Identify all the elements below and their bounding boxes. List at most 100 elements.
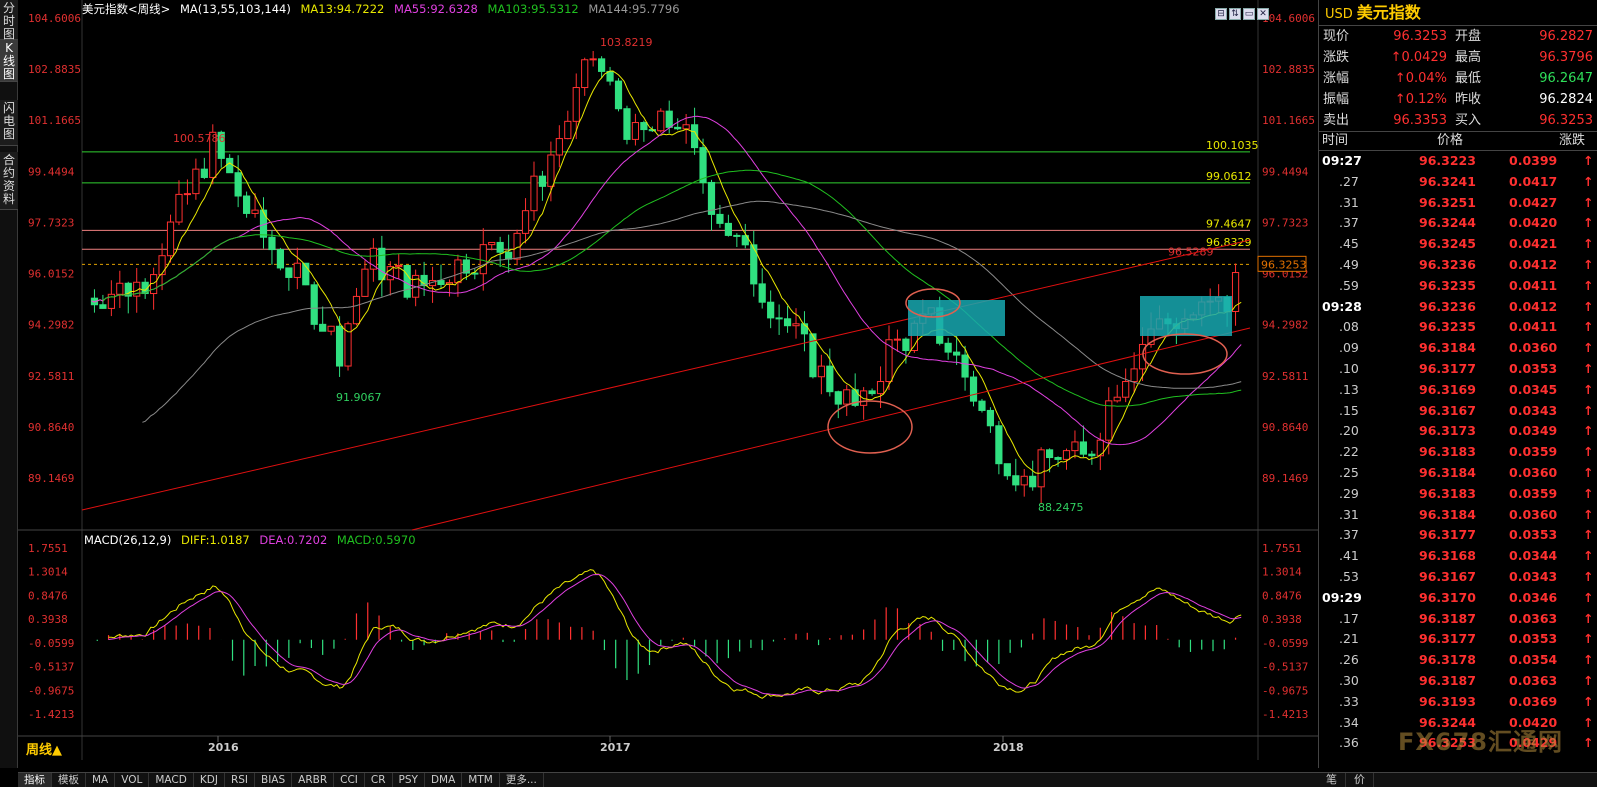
candle-body	[166, 221, 175, 257]
ma103-value: MA103:95.5312	[487, 2, 579, 16]
tab-trades[interactable]: 笔	[1318, 773, 1346, 787]
candle-body	[293, 262, 301, 278]
tick-row: .15 96.3167 0.0343 ↑	[1319, 401, 1597, 422]
tick-row: .29 96.3183 0.0359 ↑	[1319, 484, 1597, 505]
close-icon[interactable]: ✕	[1257, 8, 1269, 20]
maximize-icon[interactable]: ▭	[1243, 8, 1255, 20]
candle-body	[505, 251, 513, 260]
arrow-up-icon: ↑	[1583, 506, 1594, 522]
candle-body	[479, 244, 487, 275]
tab-bias[interactable]: BIAS	[255, 773, 293, 787]
tab-cr[interactable]: CR	[365, 773, 393, 787]
tick-price: 96.3177	[1419, 360, 1476, 376]
ma13-value: MA13:94.7222	[300, 2, 385, 16]
tab-contract-info[interactable]: 合约资料	[0, 152, 18, 210]
tab-macd[interactable]: MACD	[149, 773, 194, 787]
tab-timeshare[interactable]: 分时图	[0, 0, 18, 41]
quote-key: 卖出	[1323, 113, 1350, 128]
tick-time: .17	[1339, 610, 1359, 626]
candle-body	[665, 110, 673, 128]
tab-ma[interactable]: MA	[86, 773, 116, 787]
tick-list[interactable]: 09:27 96.3223 0.0399 ↑ .27 96.3241 0.0417 ↑ .31 9…	[1319, 151, 1597, 751]
sort-icon[interactable]: ⇅	[1229, 8, 1241, 20]
macd-axis-left-label: 1.3014	[28, 566, 68, 579]
candle-body	[1113, 396, 1121, 402]
quote-table: 现价 96.3253 开盘 96.2827 涨跌 ↑0.0429 最高 96.3796 涨幅 ↑0…	[1319, 26, 1597, 131]
tab-kdj[interactable]: KDJ	[194, 773, 225, 787]
tab-dma[interactable]: DMA	[425, 773, 463, 787]
macd-axis-left-label: -0.5137	[28, 661, 74, 674]
ma13-line	[91, 70, 1242, 474]
tick-row: .31 96.3251 0.0427 ↑	[1319, 193, 1597, 214]
candle-body	[403, 265, 411, 298]
candle-body	[1079, 441, 1088, 455]
price-axis-right-label: 92.5811	[1262, 370, 1308, 383]
candle-body	[843, 389, 851, 405]
tick-time: .53	[1339, 568, 1359, 584]
tab-mtm[interactable]: MTM	[462, 773, 500, 787]
price-axis-left-label: 101.1665	[28, 114, 81, 127]
tab-more[interactable]: 更多...	[500, 773, 544, 787]
chart-window-buttons: ⊟ ⇅ ▭ ✕	[1215, 1, 1271, 20]
price-axis-right-label: 97.7323	[1262, 216, 1308, 229]
quote-header: USD 美元指数	[1319, 0, 1597, 26]
price-axis-right-label: 99.4494	[1262, 165, 1309, 178]
tab-kline[interactable]: K线图	[0, 40, 18, 82]
tab-rsi[interactable]: RSI	[225, 773, 255, 787]
candle-body	[783, 318, 792, 327]
tab-template[interactable]: 模板	[52, 773, 86, 787]
candle-body	[513, 232, 521, 260]
tick-price: 96.3173	[1419, 423, 1476, 439]
tick-row: .13 96.3169 0.0345 ↑	[1319, 380, 1597, 401]
tab-indicator[interactable]: 指标	[18, 773, 52, 787]
tick-change: 0.0360	[1509, 464, 1558, 480]
tick-row: .08 96.3235 0.0411 ↑	[1319, 317, 1597, 338]
tab-psy[interactable]: PSY	[393, 773, 425, 787]
quote-value: 96.2824	[1539, 92, 1593, 107]
candle-body	[319, 323, 327, 332]
tab-vol[interactable]: VOL	[115, 773, 150, 787]
dea-value: DEA:0.7202	[259, 533, 328, 547]
tick-price: 96.3251	[1419, 194, 1476, 210]
tick-price: 96.3183	[1419, 444, 1476, 460]
quote-key: 涨幅	[1323, 71, 1350, 86]
tick-price: 96.3241	[1419, 173, 1476, 189]
tick-time: .36	[1339, 735, 1359, 751]
tab-price[interactable]: 价	[1346, 773, 1374, 787]
kline-chart[interactable]: 104.6006 104.6006102.8835 102.8835101.1665…	[18, 0, 1318, 772]
candle-body	[251, 209, 259, 214]
tick-price: 96.3236	[1419, 298, 1476, 314]
period-selector[interactable]: 周线▲	[26, 739, 62, 758]
minimize-icon[interactable]: ⊟	[1215, 8, 1227, 20]
macd-settings-label[interactable]: MACD(26,12,9)	[84, 533, 171, 547]
tab-arbr[interactable]: ARBR	[292, 773, 335, 787]
price-axis-left-label: 92.5811	[28, 370, 74, 383]
tick-time: 09:27	[1322, 153, 1362, 168]
candle-body	[631, 122, 640, 140]
quote-key: 现价	[1323, 29, 1350, 44]
tick-change: 0.0412	[1509, 256, 1558, 272]
tick-change: 0.0369	[1509, 693, 1558, 709]
candle-body	[1029, 475, 1037, 488]
tick-row: 09:29 96.3170 0.0346 ↑	[1319, 588, 1597, 609]
dea-line	[108, 573, 1242, 696]
tick-price: 96.3167	[1419, 402, 1476, 418]
quote-value: ↑0.04%	[1394, 71, 1447, 86]
tab-cci[interactable]: CCI	[334, 773, 365, 787]
tab-flash[interactable]: 闪电图	[0, 100, 18, 146]
quote-value: 96.2827	[1539, 29, 1593, 44]
quote-panel: USD 美元指数 现价 96.3253 开盘 96.2827 涨跌 ↑0.0429 最高 96.…	[1318, 0, 1597, 768]
ma55-value: MA55:92.6328	[394, 2, 478, 16]
ma-settings-label[interactable]: MA(13,55,103,144)	[180, 2, 291, 16]
tick-change: 0.0412	[1509, 298, 1558, 314]
tick-price: 96.3235	[1419, 319, 1476, 335]
tick-time: .41	[1339, 548, 1359, 564]
arrow-up-icon: ↑	[1583, 173, 1594, 189]
tick-change: 0.0421	[1509, 236, 1558, 252]
candle-body	[902, 338, 910, 352]
arrow-up-icon: ↑	[1583, 464, 1594, 480]
tick-change: 0.0360	[1509, 340, 1558, 356]
candle-body	[116, 282, 124, 295]
candle-body	[944, 342, 952, 353]
candle-body	[1054, 457, 1062, 460]
